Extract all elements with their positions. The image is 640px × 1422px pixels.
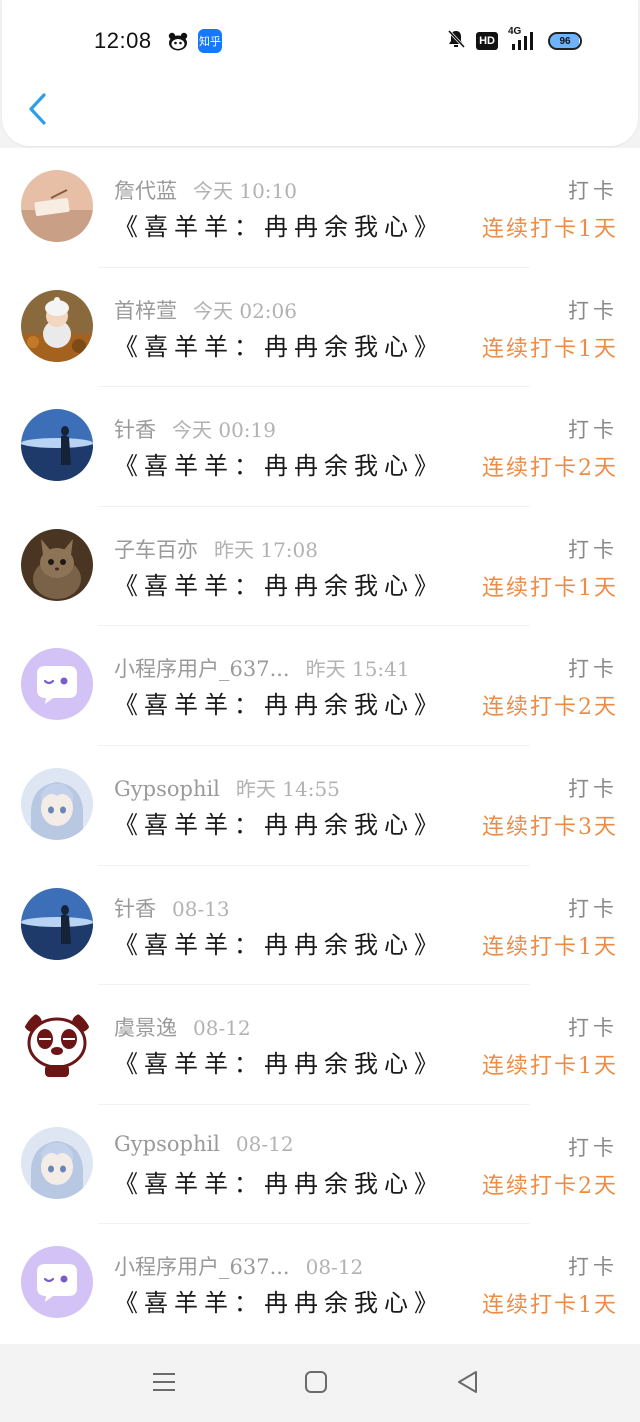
avatar xyxy=(21,289,93,362)
list-item[interactable]: 小程序用户_637... 昨天 15:41 《喜羊羊：冉冉余我心》 打卡 连续打卡… xyxy=(0,626,640,746)
username: 小程序用户_637... 08-12 xyxy=(114,1255,364,1280)
book-title: 《喜羊羊：冉冉余我心》 xyxy=(114,930,444,959)
list-item[interactable]: 子车百亦 昨天 17:08 《喜羊羊：冉冉余我心》 打卡 连续打卡1天 xyxy=(0,507,640,627)
action-label: 打卡 xyxy=(568,418,618,443)
bell-muted-icon xyxy=(446,29,466,53)
book-title: 《喜羊羊：冉冉余我心》 xyxy=(114,1050,444,1079)
battery-indicator: 96 xyxy=(548,32,582,50)
book-title: 《喜羊羊：冉冉余我心》 xyxy=(114,213,444,241)
list-item[interactable]: 针香 08-13 《喜羊羊：冉冉余我心》 打卡 连续打卡1天 xyxy=(0,866,640,986)
checkin-list: 詹代蓝 今天 10:10 《喜羊羊：冉冉余我心》 打卡 连续打卡1天 首梓萱今天… xyxy=(0,148,640,1344)
list-item[interactable]: Gypsophil 昨天 14:55 《喜羊羊：冉冉余我心》 打卡 连续打卡3天 xyxy=(0,746,640,866)
chevron-left-icon xyxy=(27,92,49,130)
status-indicators: HD 4G 96 xyxy=(446,26,582,54)
back-triangle-icon xyxy=(455,1369,481,1399)
action-label: 打卡 xyxy=(568,1135,618,1160)
checkin-time: 08-12 xyxy=(235,1131,294,1156)
status-time: 12:08 xyxy=(94,28,152,53)
streak-label: 连续打卡1天 xyxy=(482,1054,618,1080)
home-square-icon xyxy=(303,1369,329,1399)
checkin-time: 今天 00:19 xyxy=(172,418,276,443)
action-label: 打卡 xyxy=(568,1016,618,1041)
back-button[interactable] xyxy=(18,86,58,136)
action-label: 打卡 xyxy=(568,896,618,921)
system-back-button[interactable] xyxy=(452,1368,484,1400)
hd-badge: HD xyxy=(476,32,498,50)
username: 子车百亦 昨天 17:08 xyxy=(114,537,318,562)
top-header: 12:08 知乎 HD 4G 96 xyxy=(2,0,638,146)
list-item[interactable]: 詹代蓝 今天 10:10 《喜羊羊：冉冉余我心》 打卡 连续打卡1天 xyxy=(0,148,640,268)
username: Gypsophil 08-12 xyxy=(114,1131,294,1156)
streak-label: 连续打卡1天 xyxy=(482,336,618,362)
streak-label: 连续打卡2天 xyxy=(482,1173,618,1199)
panda-icon xyxy=(166,29,190,53)
book-title: 《喜羊羊：冉冉余我心》 xyxy=(114,811,444,839)
book-title: 《喜羊羊：冉冉余我心》 xyxy=(114,1289,444,1318)
action-label: 打卡 xyxy=(568,179,618,203)
list-item[interactable]: 针香 今天 00:19 《喜羊羊：冉冉余我心》 打卡 连续打卡2天 xyxy=(0,387,640,507)
avatar xyxy=(21,409,93,482)
avatar xyxy=(21,170,93,242)
username: 虞景逸 08-12 xyxy=(114,1016,251,1041)
book-title: 《喜羊羊：冉冉余我心》 xyxy=(114,452,444,481)
streak-label: 连续打卡1天 xyxy=(482,1293,618,1319)
username: 针香 今天 00:19 xyxy=(114,418,276,443)
avatar xyxy=(21,648,93,721)
zhihu-icon: 知乎 xyxy=(198,29,222,53)
username: 小程序用户_637... 昨天 15:41 xyxy=(114,657,410,682)
action-label: 打卡 xyxy=(568,777,618,801)
avatar xyxy=(21,768,93,840)
checkin-time: 08-12 xyxy=(193,1016,251,1041)
book-title: 《喜羊羊：冉冉余我心》 xyxy=(114,332,444,361)
system-nav-bar xyxy=(0,1344,640,1422)
streak-label: 连续打卡2天 xyxy=(482,695,618,721)
username: 詹代蓝 今天 10:10 xyxy=(114,179,297,203)
username: Gypsophil 昨天 14:55 xyxy=(114,777,340,801)
avatar xyxy=(21,1126,93,1199)
checkin-time: 昨天 15:41 xyxy=(305,657,410,682)
streak-label: 连续打卡1天 xyxy=(482,217,618,242)
book-title: 《喜羊羊：冉冉余我心》 xyxy=(114,1169,444,1198)
username: 针香 08-13 xyxy=(114,896,230,921)
action-label: 打卡 xyxy=(568,298,618,323)
streak-label: 连续打卡2天 xyxy=(482,456,618,482)
checkin-time: 今天 02:06 xyxy=(193,298,297,323)
streak-label: 连续打卡3天 xyxy=(482,815,618,840)
book-title: 《喜羊羊：冉冉余我心》 xyxy=(114,571,444,600)
username: 首梓萱 今天 02:06 xyxy=(114,298,297,323)
book-title: 《喜羊羊：冉冉余我心》 xyxy=(114,691,444,720)
list-item[interactable]: 小程序用户_637... 08-12 《喜羊羊：冉冉余我心》 打卡 连续打卡1天 xyxy=(0,1224,640,1344)
avatar xyxy=(21,1246,93,1319)
signal-icon: 4G xyxy=(508,26,538,52)
list-item[interactable]: Gypsophil 08-12 《喜羊羊：冉冉余我心》 打卡 连续打卡2天 xyxy=(0,1105,640,1225)
list-item[interactable]: 虞景逸 08-12 《喜羊羊：冉冉余我心》 打卡 连续打卡1天 xyxy=(0,985,640,1105)
action-label: 打卡 xyxy=(568,537,618,562)
action-label: 打卡 xyxy=(568,657,618,682)
list-item[interactable]: 首梓萱 今天 02:06 《喜羊羊：冉冉余我心》 打卡 连续打卡1天 xyxy=(0,268,640,388)
avatar xyxy=(21,1007,93,1080)
screen: 12:08 知乎 HD 4G 96 詹代蓝 今天 10:10 《喜羊羊：冉冉余我… xyxy=(0,0,640,1422)
checkin-time: 今天 10:10 xyxy=(193,179,297,203)
streak-label: 连续打卡1天 xyxy=(482,934,618,960)
action-label: 打卡 xyxy=(568,1255,618,1280)
streak-label: 连续打卡1天 xyxy=(482,575,618,601)
checkin-time: 08-13 xyxy=(172,896,230,921)
avatar xyxy=(21,528,93,601)
home-button[interactable] xyxy=(300,1368,332,1400)
menu-icon xyxy=(151,1371,177,1397)
avatar xyxy=(21,887,93,960)
checkin-time: 昨天 17:08 xyxy=(214,537,318,562)
checkin-time: 昨天 14:55 xyxy=(235,777,340,801)
menu-button[interactable] xyxy=(148,1368,180,1400)
checkin-time: 08-12 xyxy=(305,1255,364,1280)
